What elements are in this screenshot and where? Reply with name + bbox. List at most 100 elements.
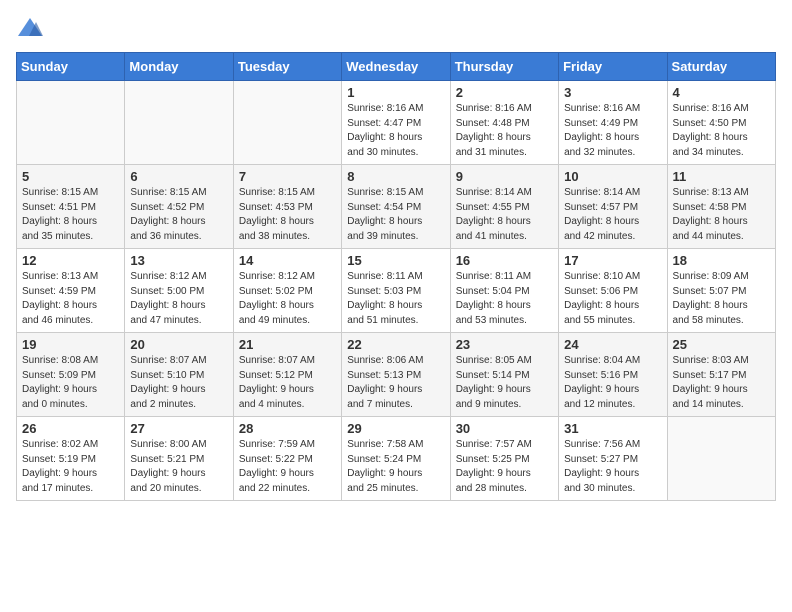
day-number: 16 xyxy=(456,253,553,268)
calendar-cell: 1 Sunrise: 8:16 AM Sunset: 4:47 PM Daylig… xyxy=(342,81,450,165)
calendar-cell: 9 Sunrise: 8:14 AM Sunset: 4:55 PM Daylig… xyxy=(450,165,558,249)
day-number: 15 xyxy=(347,253,444,268)
day-info: Sunrise: 8:15 AM Sunset: 4:51 PM Dayligh… xyxy=(22,186,119,244)
calendar-cell: 11 Sunrise: 8:13 AM Sunset: 4:58 PM Dayli… xyxy=(667,165,775,249)
day-number: 18 xyxy=(673,253,770,268)
day-number: 21 xyxy=(239,337,336,352)
weekday-header-sunday: Sunday xyxy=(17,53,125,81)
day-info: Sunrise: 7:58 AM Sunset: 5:24 PM Dayligh… xyxy=(347,438,444,496)
day-number: 14 xyxy=(239,253,336,268)
day-number: 20 xyxy=(130,337,227,352)
day-info: Sunrise: 8:04 AM Sunset: 5:16 PM Dayligh… xyxy=(564,354,661,412)
calendar-cell: 25 Sunrise: 8:03 AM Sunset: 5:17 PM Dayli… xyxy=(667,333,775,417)
weekday-header-saturday: Saturday xyxy=(667,53,775,81)
calendar-cell: 8Sunrise: 8:15 AM Sunset: 4:54 PM Daylig… xyxy=(342,165,450,249)
calendar-cell: 20 Sunrise: 8:07 AM Sunset: 5:10 PM Dayli… xyxy=(125,333,233,417)
day-number: 1 xyxy=(347,85,444,100)
day-info: Sunrise: 8:12 AM Sunset: 5:02 PM Dayligh… xyxy=(239,270,336,328)
calendar-cell: 12 Sunrise: 8:13 AM Sunset: 4:59 PM Dayli… xyxy=(17,249,125,333)
calendar-cell xyxy=(125,81,233,165)
calendar-cell: 6Sunrise: 8:15 AM Sunset: 4:52 PM Daylig… xyxy=(125,165,233,249)
calendar-cell: 22 Sunrise: 8:06 AM Sunset: 5:13 PM Dayli… xyxy=(342,333,450,417)
calendar-cell: 5 Sunrise: 8:15 AM Sunset: 4:51 PM Daylig… xyxy=(17,165,125,249)
calendar-cell: 24 Sunrise: 8:04 AM Sunset: 5:16 PM Dayli… xyxy=(559,333,667,417)
calendar-table: SundayMondayTuesdayWednesdayThursdayFrid… xyxy=(16,52,776,501)
day-number: 26 xyxy=(22,421,119,436)
calendar-cell: 19Sunrise: 8:08 AM Sunset: 5:09 PM Dayli… xyxy=(17,333,125,417)
day-number: 11 xyxy=(673,169,770,184)
day-info: Sunrise: 8:11 AM Sunset: 5:04 PM Dayligh… xyxy=(456,270,553,328)
day-number: 23 xyxy=(456,337,553,352)
calendar-cell xyxy=(17,81,125,165)
weekday-header-row: SundayMondayTuesdayWednesdayThursdayFrid… xyxy=(17,53,776,81)
day-info: Sunrise: 7:56 AM Sunset: 5:27 PM Dayligh… xyxy=(564,438,661,496)
calendar-cell: 29 Sunrise: 7:58 AM Sunset: 5:24 PM Dayli… xyxy=(342,417,450,501)
day-number: 12 xyxy=(22,253,119,268)
day-number: 5 xyxy=(22,169,119,184)
logo xyxy=(16,16,48,40)
calendar-cell: 21Sunrise: 8:07 AM Sunset: 5:12 PM Dayli… xyxy=(233,333,341,417)
day-info: Sunrise: 8:15 AM Sunset: 4:52 PM Dayligh… xyxy=(130,186,227,244)
calendar-cell: 28 Sunrise: 7:59 AM Sunset: 5:22 PM Dayli… xyxy=(233,417,341,501)
day-number: 3 xyxy=(564,85,661,100)
calendar-cell xyxy=(233,81,341,165)
day-info: Sunrise: 8:02 AM Sunset: 5:19 PM Dayligh… xyxy=(22,438,119,496)
day-info: Sunrise: 7:59 AM Sunset: 5:22 PM Dayligh… xyxy=(239,438,336,496)
calendar-cell: 27 Sunrise: 8:00 AM Sunset: 5:21 PM Dayli… xyxy=(125,417,233,501)
day-number: 17 xyxy=(564,253,661,268)
day-info: Sunrise: 8:14 AM Sunset: 4:57 PM Dayligh… xyxy=(564,186,661,244)
weekday-header-friday: Friday xyxy=(559,53,667,81)
day-number: 29 xyxy=(347,421,444,436)
calendar-cell: 7 Sunrise: 8:15 AM Sunset: 4:53 PM Daylig… xyxy=(233,165,341,249)
day-number: 13 xyxy=(130,253,227,268)
day-info: Sunrise: 8:16 AM Sunset: 4:49 PM Dayligh… xyxy=(564,102,661,160)
calendar-cell: 10Sunrise: 8:14 AM Sunset: 4:57 PM Dayli… xyxy=(559,165,667,249)
calendar-cell: 3 Sunrise: 8:16 AM Sunset: 4:49 PM Daylig… xyxy=(559,81,667,165)
day-number: 7 xyxy=(239,169,336,184)
calendar-cell: 23 Sunrise: 8:05 AM Sunset: 5:14 PM Dayli… xyxy=(450,333,558,417)
weekday-header-tuesday: Tuesday xyxy=(233,53,341,81)
calendar-cell: 14 Sunrise: 8:12 AM Sunset: 5:02 PM Dayli… xyxy=(233,249,341,333)
calendar-cell: 13 Sunrise: 8:12 AM Sunset: 5:00 PM Dayli… xyxy=(125,249,233,333)
day-info: Sunrise: 8:10 AM Sunset: 5:06 PM Dayligh… xyxy=(564,270,661,328)
day-number: 30 xyxy=(456,421,553,436)
calendar-cell: 31 Sunrise: 7:56 AM Sunset: 5:27 PM Dayli… xyxy=(559,417,667,501)
weekday-header-thursday: Thursday xyxy=(450,53,558,81)
day-info: Sunrise: 7:57 AM Sunset: 5:25 PM Dayligh… xyxy=(456,438,553,496)
day-number: 4 xyxy=(673,85,770,100)
day-number: 25 xyxy=(673,337,770,352)
calendar-week-5: 26 Sunrise: 8:02 AM Sunset: 5:19 PM Dayli… xyxy=(17,417,776,501)
day-info: Sunrise: 8:12 AM Sunset: 5:00 PM Dayligh… xyxy=(130,270,227,328)
calendar-cell: 16 Sunrise: 8:11 AM Sunset: 5:04 PM Dayli… xyxy=(450,249,558,333)
day-info: Sunrise: 8:16 AM Sunset: 4:47 PM Dayligh… xyxy=(347,102,444,160)
calendar-cell: 2 Sunrise: 8:16 AM Sunset: 4:48 PM Daylig… xyxy=(450,81,558,165)
calendar-cell: 18 Sunrise: 8:09 AM Sunset: 5:07 PM Dayli… xyxy=(667,249,775,333)
day-info: Sunrise: 8:13 AM Sunset: 4:59 PM Dayligh… xyxy=(22,270,119,328)
calendar-cell: 15Sunrise: 8:11 AM Sunset: 5:03 PM Dayli… xyxy=(342,249,450,333)
day-number: 28 xyxy=(239,421,336,436)
day-number: 27 xyxy=(130,421,227,436)
day-info: Sunrise: 8:00 AM Sunset: 5:21 PM Dayligh… xyxy=(130,438,227,496)
day-number: 9 xyxy=(456,169,553,184)
calendar-cell: 4Sunrise: 8:16 AM Sunset: 4:50 PM Daylig… xyxy=(667,81,775,165)
day-info: Sunrise: 8:09 AM Sunset: 5:07 PM Dayligh… xyxy=(673,270,770,328)
calendar-week-4: 19Sunrise: 8:08 AM Sunset: 5:09 PM Dayli… xyxy=(17,333,776,417)
day-info: Sunrise: 8:13 AM Sunset: 4:58 PM Dayligh… xyxy=(673,186,770,244)
day-info: Sunrise: 8:15 AM Sunset: 4:54 PM Dayligh… xyxy=(347,186,444,244)
calendar-week-2: 5 Sunrise: 8:15 AM Sunset: 4:51 PM Daylig… xyxy=(17,165,776,249)
day-info: Sunrise: 8:06 AM Sunset: 5:13 PM Dayligh… xyxy=(347,354,444,412)
calendar-week-3: 12 Sunrise: 8:13 AM Sunset: 4:59 PM Dayli… xyxy=(17,249,776,333)
day-info: Sunrise: 8:16 AM Sunset: 4:48 PM Dayligh… xyxy=(456,102,553,160)
day-number: 24 xyxy=(564,337,661,352)
day-info: Sunrise: 8:07 AM Sunset: 5:10 PM Dayligh… xyxy=(130,354,227,412)
day-info: Sunrise: 8:03 AM Sunset: 5:17 PM Dayligh… xyxy=(673,354,770,412)
logo-icon xyxy=(16,16,44,40)
day-info: Sunrise: 8:15 AM Sunset: 4:53 PM Dayligh… xyxy=(239,186,336,244)
calendar-cell: 17 Sunrise: 8:10 AM Sunset: 5:06 PM Dayli… xyxy=(559,249,667,333)
day-number: 22 xyxy=(347,337,444,352)
day-number: 31 xyxy=(564,421,661,436)
day-number: 2 xyxy=(456,85,553,100)
day-info: Sunrise: 8:05 AM Sunset: 5:14 PM Dayligh… xyxy=(456,354,553,412)
day-info: Sunrise: 8:14 AM Sunset: 4:55 PM Dayligh… xyxy=(456,186,553,244)
calendar-cell: 30 Sunrise: 7:57 AM Sunset: 5:25 PM Dayli… xyxy=(450,417,558,501)
